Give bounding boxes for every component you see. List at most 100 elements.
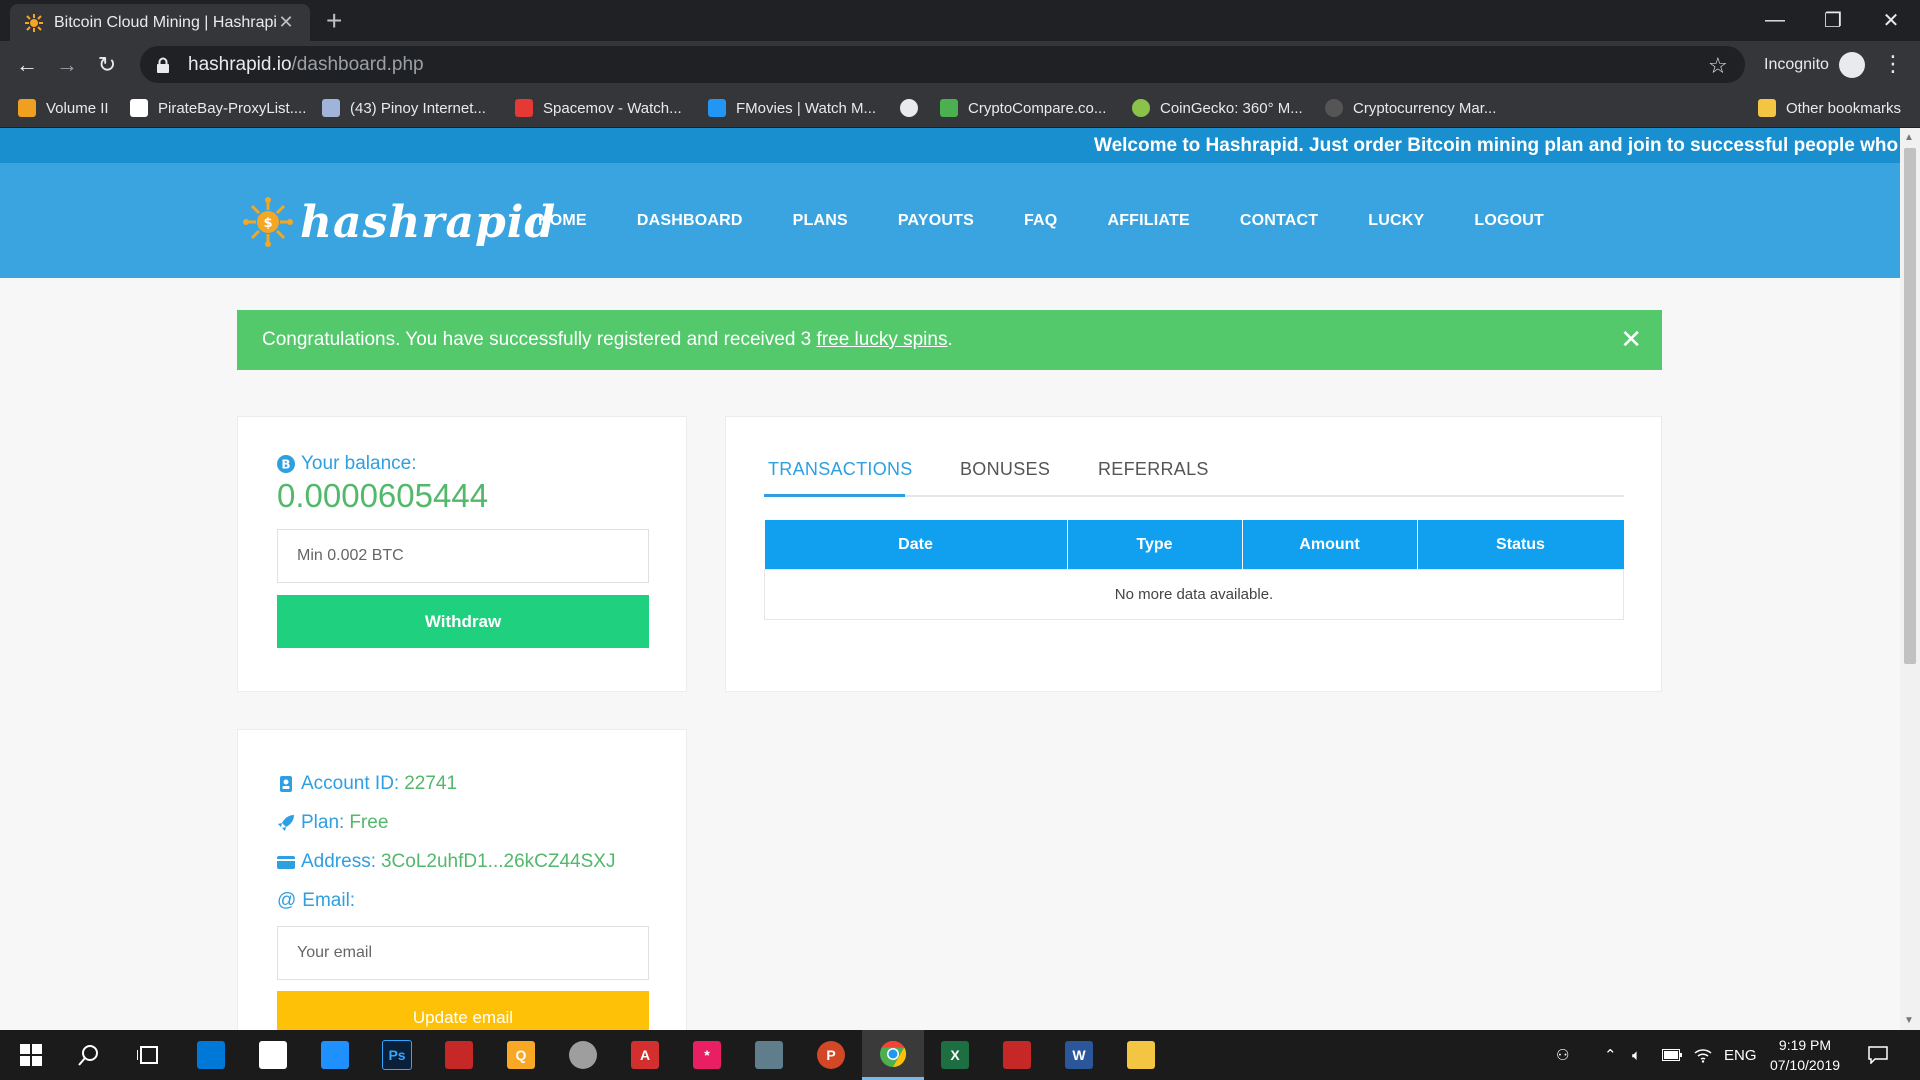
- nav-payouts[interactable]: PAYOUTS: [898, 212, 974, 230]
- nav-logout[interactable]: LOGOUT: [1474, 212, 1544, 230]
- transactions-table: Date Type Amount Status No more data ava…: [764, 520, 1624, 620]
- people-icon[interactable]: ⚇: [1556, 1030, 1569, 1080]
- browser-tab[interactable]: Bitcoin Cloud Mining | Hashrapid ✕: [10, 4, 310, 41]
- store-icon[interactable]: [180, 1030, 242, 1080]
- lock-icon: [157, 57, 169, 73]
- minimize-icon[interactable]: —: [1746, 0, 1804, 41]
- app-icon[interactable]: [304, 1030, 366, 1080]
- action-center-icon[interactable]: [1868, 1030, 1888, 1080]
- app-yellow-icon[interactable]: Q: [490, 1030, 552, 1080]
- scroll-up-icon[interactable]: ▲: [1904, 132, 1914, 143]
- acrobat-icon[interactable]: A: [614, 1030, 676, 1080]
- volume-icon[interactable]: 🔈︎: [1632, 1030, 1641, 1080]
- bookmark-item[interactable]: Spacemov - Watch...: [515, 88, 682, 128]
- app-red-icon[interactable]: [428, 1030, 490, 1080]
- chrome-icon[interactable]: [862, 1030, 924, 1080]
- email-row: @ Email:: [277, 889, 356, 911]
- free-spins-link[interactable]: free lucky spins: [817, 329, 948, 351]
- bookmark-favicon-icon: [130, 99, 148, 117]
- account-id-value: 22741: [404, 772, 458, 794]
- wifi-icon[interactable]: [1694, 1030, 1712, 1080]
- incognito-icon: [1838, 52, 1865, 78]
- incognito-indicator[interactable]: Incognito: [1764, 51, 1865, 79]
- folder-icon: [1758, 99, 1776, 117]
- restore-icon[interactable]: ❐: [1804, 0, 1862, 41]
- col-type: Type: [1067, 520, 1243, 570]
- withdraw-amount-input[interactable]: [277, 529, 649, 583]
- bookmark-star-icon[interactable]: ☆: [1708, 53, 1728, 79]
- withdraw-button[interactable]: Withdraw: [277, 595, 649, 648]
- url-host: hashrapid.io: [188, 53, 292, 75]
- col-amount: Amount: [1242, 520, 1418, 570]
- menu-kebab-icon[interactable]: ⋮: [1882, 51, 1904, 77]
- bookmark-item[interactable]: Volume II: [18, 88, 109, 128]
- word-icon[interactable]: W: [1048, 1030, 1110, 1080]
- clock[interactable]: 9:19 PM 07/10/2019: [1760, 1035, 1850, 1075]
- transactions-card: TRANSACTIONS BONUSES REFERRALS Date Type…: [725, 416, 1662, 692]
- incognito-label: Incognito: [1764, 56, 1829, 73]
- toolbar: ← → ↻ hashrapid.io/dashboard.php ☆ Incog…: [0, 41, 1920, 88]
- tab-bonuses[interactable]: BONUSES: [960, 459, 1050, 480]
- nav-affiliate[interactable]: AFFILIATE: [1107, 212, 1189, 230]
- scrollbar-thumb[interactable]: [1904, 148, 1916, 664]
- balance-value: 0.0000605444: [277, 477, 489, 514]
- address-bar[interactable]: hashrapid.io/dashboard.php: [140, 46, 1745, 83]
- table-row: No more data available.: [764, 569, 1624, 620]
- balance-card: B Your balance: 0.0000605444 Withdraw: [237, 416, 687, 692]
- back-icon[interactable]: ←: [13, 51, 41, 79]
- tab-referrals[interactable]: REFERRALS: [1098, 459, 1209, 480]
- plan-value: Free: [349, 811, 389, 833]
- bookmark-favicon-icon: [940, 99, 958, 117]
- chrome-logo-icon: [880, 1040, 907, 1067]
- bookmark-item[interactable]: CoinGecko: 360° M...: [1132, 88, 1303, 128]
- bookmark-item[interactable]: CryptoCompare.co...: [940, 88, 1106, 128]
- other-bookmarks[interactable]: Other bookmarks: [1758, 88, 1901, 128]
- nav-lucky[interactable]: LUCKY: [1368, 212, 1424, 230]
- chevron-up-icon[interactable]: ⌃: [1604, 1030, 1617, 1080]
- bookmark-item[interactable]: Cryptocurrency Mar...: [1325, 88, 1496, 128]
- update-email-button[interactable]: Update email: [277, 991, 649, 1030]
- language-indicator[interactable]: ENG: [1724, 1030, 1757, 1080]
- powerpoint-icon[interactable]: P: [800, 1030, 862, 1080]
- hashrapid-favicon-icon: [25, 13, 43, 32]
- close-tab-icon[interactable]: ✕: [276, 12, 296, 33]
- tab-transactions[interactable]: TRANSACTIONS: [768, 459, 913, 480]
- account-id-row: Account ID: 22741: [277, 764, 686, 803]
- folder-icon[interactable]: [1110, 1030, 1172, 1080]
- new-tab-icon[interactable]: +: [326, 6, 342, 36]
- account-card: Account ID: 22741 Plan: Free Address: 3CoL2…: [237, 729, 687, 1030]
- bookmark-item[interactable]: FMovies | Watch M...: [708, 88, 876, 128]
- forward-icon[interactable]: →: [53, 51, 81, 79]
- main-nav: HOME DASHBOARD PLANS PAYOUTS FAQ AFFILIA…: [538, 163, 1594, 278]
- app-pink-icon[interactable]: *: [676, 1030, 738, 1080]
- bookmark-item[interactable]: (43) Pinoy Internet...: [322, 88, 486, 128]
- page-scrollbar[interactable]: ▲ ▼: [1900, 128, 1920, 1030]
- bookmark-item[interactable]: [900, 88, 928, 128]
- nav-dashboard[interactable]: DASHBOARD: [637, 212, 743, 230]
- site-logo[interactable]: $ hashrapid: [240, 196, 556, 248]
- svg-text:$: $: [263, 216, 272, 231]
- bookmark-item[interactable]: PirateBay-ProxyList....: [130, 88, 306, 128]
- close-alert-icon[interactable]: ✕: [1620, 324, 1642, 355]
- close-window-icon[interactable]: ✕: [1862, 0, 1920, 41]
- task-view-icon[interactable]: [118, 1030, 180, 1080]
- excel-icon[interactable]: X: [924, 1030, 986, 1080]
- email-input[interactable]: [277, 926, 649, 980]
- nav-faq[interactable]: FAQ: [1024, 212, 1058, 230]
- wallet-icon: [277, 855, 295, 869]
- battery-icon[interactable]: [1662, 1030, 1682, 1080]
- search-icon[interactable]: [58, 1030, 120, 1080]
- globe-icon[interactable]: [552, 1030, 614, 1080]
- nav-home[interactable]: HOME: [538, 212, 587, 230]
- logo-text: hashrapid: [300, 196, 557, 248]
- nav-plans[interactable]: PLANS: [793, 212, 848, 230]
- app-grey-icon[interactable]: [738, 1030, 800, 1080]
- nav-contact[interactable]: CONTACT: [1240, 212, 1318, 230]
- mail-icon[interactable]: [242, 1030, 304, 1080]
- reload-icon[interactable]: ↻: [93, 51, 121, 79]
- pdf-icon[interactable]: [986, 1030, 1048, 1080]
- photoshop-icon[interactable]: Ps: [366, 1030, 428, 1080]
- success-alert: Congratulations. You have successfully r…: [237, 310, 1662, 370]
- start-icon[interactable]: [0, 1030, 62, 1080]
- scroll-down-icon[interactable]: ▼: [1904, 1015, 1914, 1026]
